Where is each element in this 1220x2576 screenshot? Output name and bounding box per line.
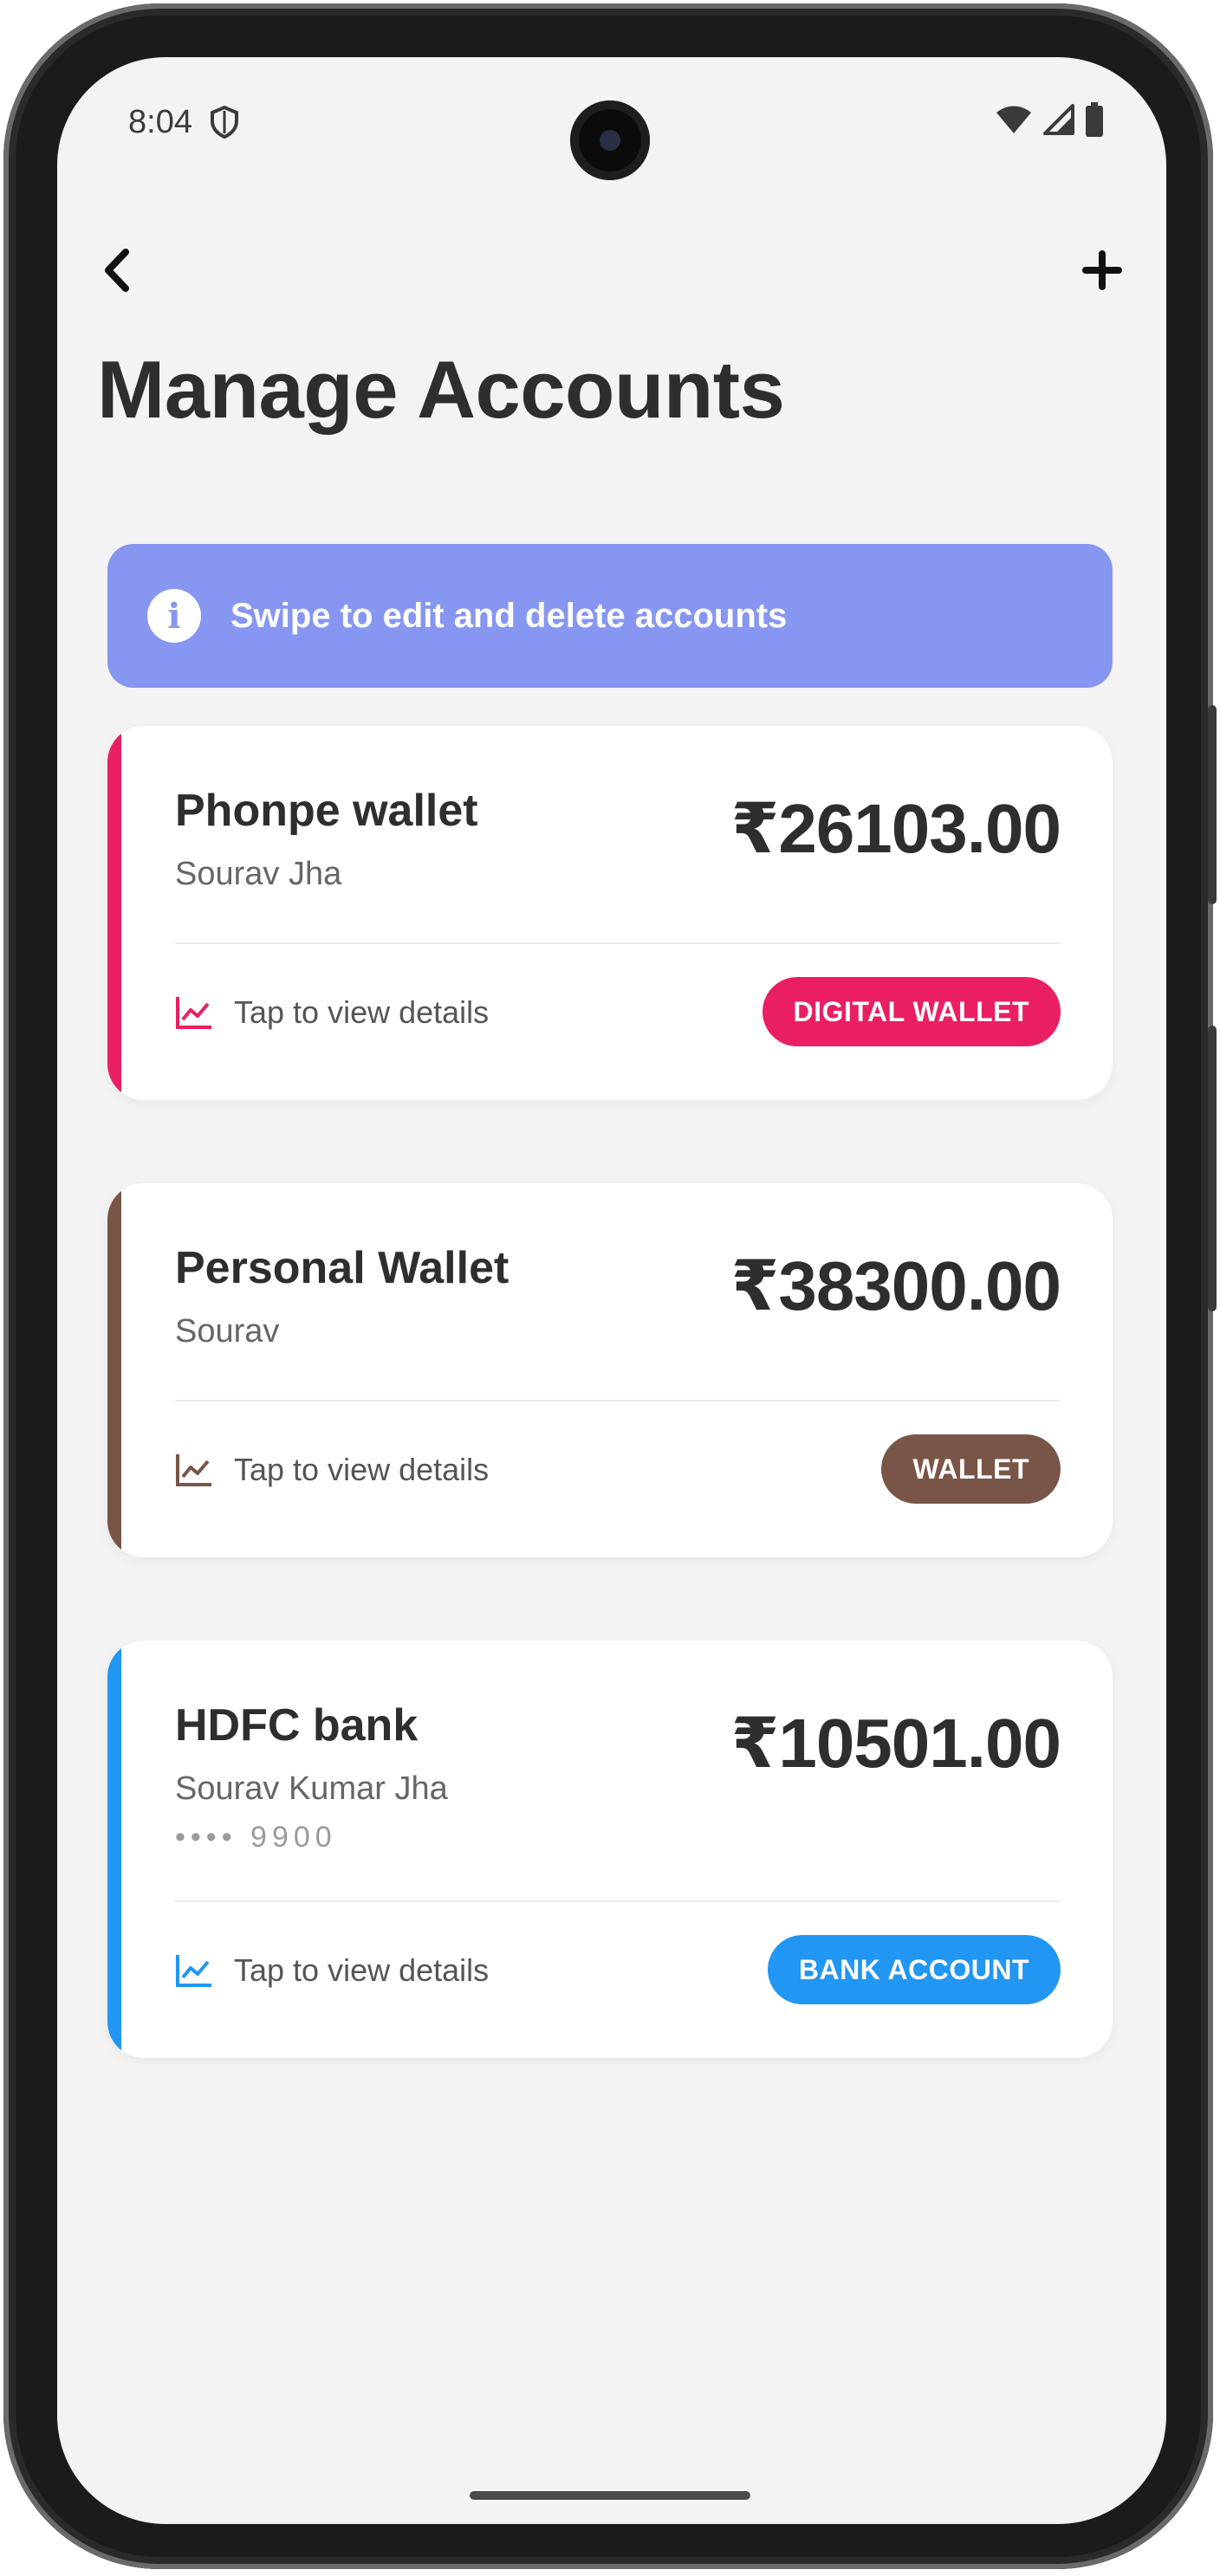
phone-side-button (1208, 1026, 1217, 1311)
account-balance: ₹10501.00 (730, 1705, 1061, 1782)
account-balance: ₹38300.00 (730, 1247, 1061, 1324)
phone-side-button (1208, 705, 1217, 904)
card-accent (107, 1641, 121, 2058)
info-banner: i Swipe to edit and delete accounts (107, 544, 1113, 688)
view-details-link[interactable]: Tap to view details (175, 1452, 489, 1488)
trending-chart-icon (176, 997, 211, 1029)
account-balance: ₹26103.00 (730, 790, 1061, 867)
trending-chart-icon (176, 1454, 211, 1486)
account-name: Personal Wallet (175, 1243, 509, 1293)
phone-frame: 8:04 Manage Accounts i Swipe to edit and… (3, 3, 1217, 2569)
view-details-label: Tap to view details (234, 1452, 490, 1487)
account-name: HDFC bank (175, 1700, 419, 1751)
account-owner: Sourav Jha (175, 856, 342, 892)
info-icon: i (147, 589, 201, 643)
chevron-left-icon (105, 249, 129, 292)
account-type-badge: DIGITAL WALLET (762, 977, 1061, 1046)
page-title: Manage Accounts (97, 344, 785, 435)
back-button[interactable] (90, 239, 142, 301)
card-divider (175, 1400, 1061, 1401)
card-divider (175, 1900, 1061, 1902)
add-account-button[interactable] (1074, 239, 1130, 301)
shield-icon (211, 106, 238, 139)
masked-account-number: •••• 9900 (175, 1821, 337, 1854)
account-name: Phonpe wallet (175, 786, 478, 836)
battery-icon (1086, 102, 1103, 137)
account-owner: Sourav Kumar Jha (175, 1770, 448, 1807)
plus-icon (1082, 250, 1122, 290)
account-card-phonpe[interactable]: Phonpe wallet Sourav Jha ₹26103.00 Tap t… (107, 726, 1113, 1100)
signal-icon (1043, 104, 1074, 135)
screen: 8:04 Manage Accounts i Swipe to edit and… (57, 57, 1166, 2524)
view-details-link[interactable]: Tap to view details (175, 994, 489, 1031)
card-accent (107, 1183, 121, 1557)
view-details-label: Tap to view details (234, 1952, 490, 1988)
account-owner: Sourav (175, 1313, 280, 1349)
trending-chart-icon (176, 1955, 211, 1987)
status-time: 8:04 (128, 104, 192, 140)
account-type-badge: BANK ACCOUNT (767, 1935, 1061, 2004)
wifi-icon (996, 106, 1031, 133)
account-card-personal-wallet[interactable]: Personal Wallet Sourav ₹38300.00 Tap to … (107, 1183, 1113, 1557)
info-banner-text: Swipe to edit and delete accounts (230, 596, 788, 635)
account-card-hdfc[interactable]: HDFC bank Sourav Kumar Jha •••• 9900 ₹10… (107, 1641, 1113, 2058)
status-icons (995, 102, 1104, 137)
account-type-badge: WALLET (881, 1434, 1061, 1504)
card-accent (107, 726, 121, 1100)
card-divider (175, 942, 1061, 944)
view-details-label: Tap to view details (234, 994, 490, 1030)
front-camera (570, 100, 650, 180)
home-indicator[interactable] (470, 2491, 750, 2500)
view-details-link[interactable]: Tap to view details (175, 1952, 489, 1989)
